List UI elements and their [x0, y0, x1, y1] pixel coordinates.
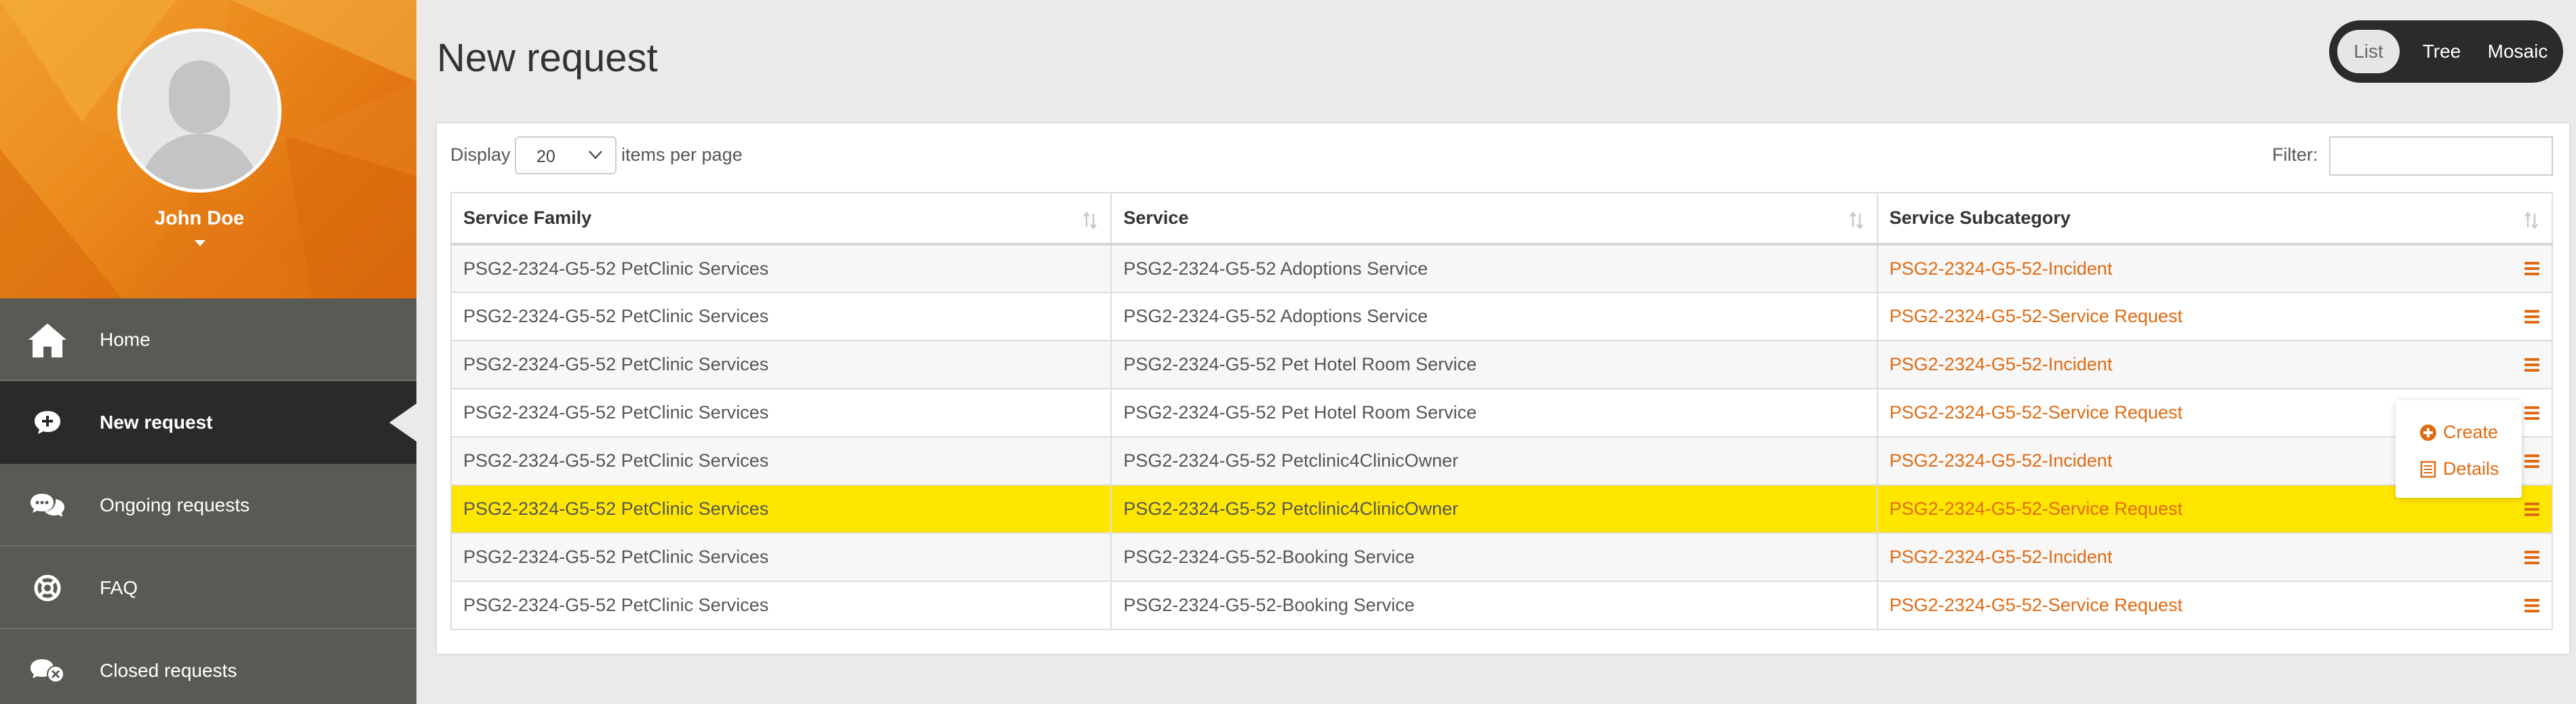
view-switch: List Tree Mosaic	[2329, 20, 2563, 83]
filter-label: Filter:	[2272, 144, 2318, 165]
view-mosaic-button[interactable]: Mosaic	[2480, 30, 2556, 73]
row-actions-popover: Create Details	[2396, 400, 2522, 498]
sort-icon[interactable]	[1848, 211, 1865, 230]
cell-service: PSG2-2324-G5-52 Adoptions Service	[1110, 292, 1878, 341]
subcategory-link[interactable]: PSG2-2324-G5-52-Incident	[1890, 450, 2113, 471]
nav-item-closed-requests[interactable]: Closed requests	[0, 629, 416, 704]
user-menu-caret-icon[interactable]	[195, 240, 206, 246]
avatar[interactable]	[117, 28, 281, 193]
cell-service: PSG2-2324-G5-52 Pet Hotel Room Service	[1110, 340, 1878, 389]
home-icon	[26, 318, 69, 361]
page-title: New request	[437, 36, 658, 80]
subcategory-link[interactable]: PSG2-2324-G5-52-Service Request	[1890, 595, 2183, 615]
nav-label: Ongoing requests	[100, 494, 250, 515]
subcategory-link[interactable]: PSG2-2324-G5-52-Incident	[1890, 258, 2113, 279]
cell-service-subcategory[interactable]: PSG2-2324-G5-52-Incident	[1876, 243, 2554, 293]
table-row[interactable]: PSG2-2324-G5-52 PetClinic Services PSG2-…	[450, 532, 2554, 582]
details-action-label: Details	[2443, 458, 2499, 479]
sort-icon[interactable]	[1082, 211, 1098, 230]
user-name[interactable]: John Doe	[0, 208, 399, 230]
row-menu-icon[interactable]	[2524, 454, 2539, 468]
row-menu-icon[interactable]	[2524, 502, 2539, 516]
table-row[interactable]: PSG2-2324-G5-52 PetClinic Services PSG2-…	[450, 243, 2554, 293]
create-action-label: Create	[2443, 422, 2499, 442]
nav-item-home[interactable]: Home	[0, 298, 416, 381]
details-action[interactable]: Details	[2419, 458, 2499, 480]
cell-service-family: PSG2-2324-G5-52 PetClinic Services	[450, 243, 1112, 293]
column-header-label: Service Subcategory	[1889, 208, 2071, 228]
table-row-highlighted[interactable]: PSG2-2324-G5-52 PetClinic Services PSG2-…	[450, 484, 2554, 534]
cell-service: PSG2-2324-G5-52 Adoptions Service	[1110, 243, 1878, 293]
cell-service: PSG2-2324-G5-52 Petclinic4ClinicOwner	[1110, 484, 1878, 534]
column-header-service[interactable]: Service	[1110, 192, 1878, 246]
closed-bubble-icon	[26, 649, 69, 692]
table-row[interactable]: PSG2-2324-G5-52 PetClinic Services PSG2-…	[450, 292, 2554, 341]
subcategory-link[interactable]: PSG2-2324-G5-52-Service Request	[1890, 306, 2183, 326]
column-header-service-family[interactable]: Service Family	[450, 192, 1112, 246]
table-row[interactable]: PSG2-2324-G5-52 PetClinic Services PSG2-…	[450, 436, 2554, 486]
cell-service: PSG2-2324-G5-52-Booking Service	[1110, 581, 1878, 630]
row-menu-icon[interactable]	[2524, 406, 2539, 420]
cell-service-subcategory[interactable]: PSG2-2324-G5-52-Incident	[1876, 340, 2554, 389]
items-per-page-label: items per page	[621, 144, 743, 165]
row-menu-icon[interactable]	[2524, 598, 2539, 612]
row-menu-icon[interactable]	[2524, 262, 2539, 275]
table-row[interactable]: PSG2-2324-G5-52 PetClinic Services PSG2-…	[450, 581, 2554, 630]
cell-service-family: PSG2-2324-G5-52 PetClinic Services	[450, 340, 1112, 389]
table-row[interactable]: PSG2-2324-G5-52 PetClinic Services PSG2-…	[450, 340, 2554, 389]
nav-label: New request	[100, 412, 213, 433]
create-action[interactable]: Create	[2419, 422, 2498, 443]
sort-icon[interactable]	[2523, 211, 2539, 230]
nav-label: Closed requests	[100, 660, 237, 681]
cell-service: PSG2-2324-G5-52 Pet Hotel Room Service	[1110, 388, 1878, 437]
nav-item-new-request[interactable]: New request	[0, 381, 416, 464]
items-per-page-value: 20	[536, 147, 555, 166]
lifebuoy-icon	[26, 566, 69, 610]
display-label: Display	[450, 144, 511, 165]
table-row[interactable]: PSG2-2324-G5-52 PetClinic Services PSG2-…	[450, 388, 2554, 437]
plus-bubble-icon	[26, 401, 69, 444]
sidebar: John Doe Home New request Ongoing reques…	[0, 0, 416, 704]
services-table: Service Family Service Service Subcatego…	[450, 192, 2554, 630]
plus-circle-icon	[2419, 423, 2438, 442]
cell-service-subcategory[interactable]: PSG2-2324-G5-52-Service Request	[1876, 581, 2554, 630]
subcategory-link[interactable]: PSG2-2324-G5-52-Service Request	[1890, 402, 2183, 423]
column-header-label: Service Family	[463, 208, 592, 228]
document-list-icon	[2419, 460, 2438, 479]
cell-service-subcategory[interactable]: PSG2-2324-G5-52-Service Request	[1876, 292, 2554, 341]
nav-item-faq[interactable]: FAQ	[0, 547, 416, 629]
column-header-label: Service	[1123, 208, 1189, 228]
cell-service-family: PSG2-2324-G5-52 PetClinic Services	[450, 388, 1112, 437]
row-menu-icon[interactable]	[2524, 357, 2539, 372]
column-header-service-subcategory[interactable]: Service Subcategory	[1876, 192, 2554, 246]
filter-input[interactable]	[2329, 136, 2553, 176]
row-menu-icon[interactable]	[2524, 309, 2539, 324]
nav-item-ongoing-requests[interactable]: Ongoing requests	[0, 464, 416, 547]
cell-service-subcategory[interactable]: PSG2-2324-G5-52-Incident	[1876, 532, 2554, 582]
cell-service-family: PSG2-2324-G5-52 PetClinic Services	[450, 484, 1112, 534]
items-per-page-select[interactable]: 20	[515, 136, 617, 174]
cell-service-family: PSG2-2324-G5-52 PetClinic Services	[450, 436, 1112, 486]
chevron-down-icon	[589, 151, 602, 159]
table-header-row: Service Family Service Service Subcatego…	[450, 192, 2554, 246]
chat-bubbles-icon	[26, 484, 69, 527]
nav-label: FAQ	[100, 577, 138, 598]
cell-service: PSG2-2324-G5-52 Petclinic4ClinicOwner	[1110, 436, 1878, 486]
cell-service-family: PSG2-2324-G5-52 PetClinic Services	[450, 581, 1112, 630]
cell-service-family: PSG2-2324-G5-52 PetClinic Services	[450, 532, 1112, 582]
cell-service: PSG2-2324-G5-52-Booking Service	[1110, 532, 1878, 582]
view-list-button[interactable]: List	[2337, 30, 2400, 73]
cell-service-family: PSG2-2324-G5-52 PetClinic Services	[450, 292, 1112, 341]
row-menu-icon[interactable]	[2524, 550, 2539, 564]
profile-header: John Doe	[0, 0, 416, 298]
view-tree-button[interactable]: Tree	[2412, 30, 2472, 73]
subcategory-link[interactable]: PSG2-2324-G5-52-Service Request	[1890, 498, 2183, 519]
nav-label: Home	[100, 329, 151, 350]
subcategory-link[interactable]: PSG2-2324-G5-52-Incident	[1890, 547, 2113, 567]
subcategory-link[interactable]: PSG2-2324-G5-52-Incident	[1890, 354, 2113, 374]
